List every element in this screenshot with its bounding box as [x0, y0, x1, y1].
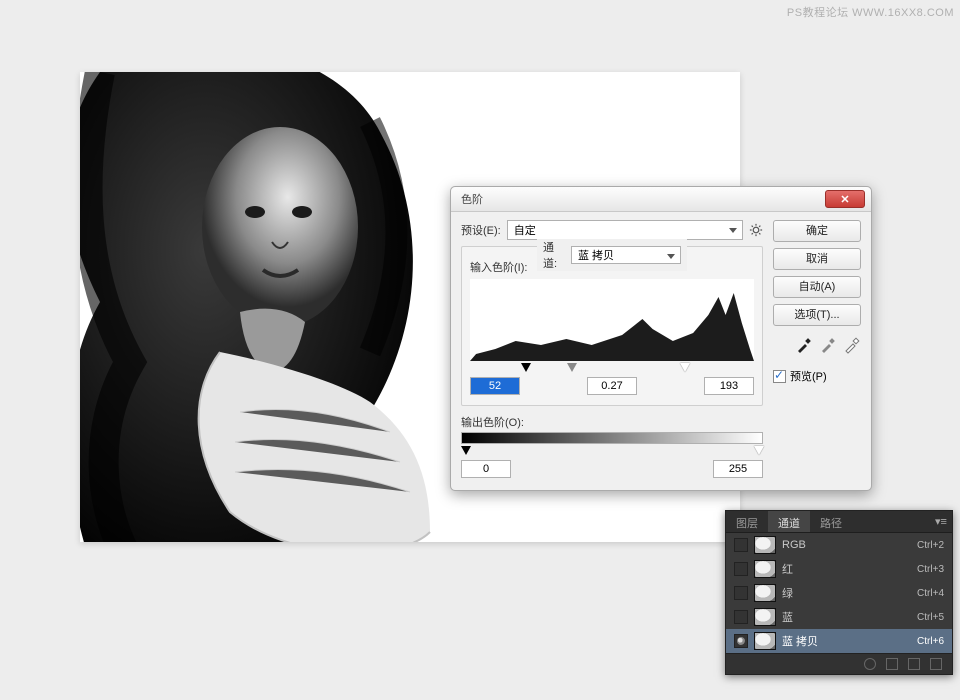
channel-shortcut: Ctrl+3 [917, 564, 944, 575]
output-slider[interactable] [461, 446, 763, 456]
visibility-toggle[interactable] [734, 634, 748, 648]
panel-menu-icon[interactable]: ▾≡ [930, 511, 952, 532]
visibility-toggle[interactable] [734, 538, 748, 552]
preset-select[interactable]: 自定 [507, 220, 743, 240]
channel-label: RGB [782, 539, 911, 551]
levels-dialog: 色阶 ✕ 预设(E): 自定 [450, 186, 872, 491]
portrait-image [80, 72, 480, 542]
channel-shortcut: Ctrl+4 [917, 588, 944, 599]
highlights-input[interactable]: 193 [704, 377, 754, 395]
cancel-button[interactable]: 取消 [773, 248, 861, 270]
white-eyedropper-icon[interactable] [843, 336, 861, 354]
output-min-slider[interactable] [461, 446, 471, 455]
channel-row-blue-copy[interactable]: 蓝 拷贝 Ctrl+6 [726, 629, 952, 653]
highlight-slider[interactable] [680, 363, 690, 372]
midtones-input[interactable]: 0.27 [587, 377, 637, 395]
channel-thumbnail [754, 536, 776, 554]
channel-row-blue[interactable]: 蓝 Ctrl+5 [726, 605, 952, 629]
channel-shortcut: Ctrl+5 [917, 612, 944, 623]
channel-list: RGB Ctrl+2 红 Ctrl+3 绿 Ctrl+4 蓝 Ctrl+5 蓝 … [726, 533, 952, 653]
channels-panel: 图层 通道 路径 ▾≡ RGB Ctrl+2 红 Ctrl+3 绿 Ctrl+4… [725, 510, 953, 675]
output-gradient[interactable] [461, 432, 763, 444]
input-slider[interactable] [470, 363, 754, 373]
channel-thumbnail [754, 608, 776, 626]
auto-button[interactable]: 自动(A) [773, 276, 861, 298]
shadow-slider[interactable] [521, 363, 531, 372]
preview-label: 预览(P) [790, 368, 827, 384]
ok-button[interactable]: 确定 [773, 220, 861, 242]
new-channel-icon[interactable] [908, 658, 920, 670]
channel-row-red[interactable]: 红 Ctrl+3 [726, 557, 952, 581]
options-button[interactable]: 选项(T)... [773, 304, 861, 326]
channel-thumbnail [754, 632, 776, 650]
tab-paths[interactable]: 路径 [810, 511, 852, 532]
channel-shortcut: Ctrl+6 [917, 636, 944, 647]
visibility-toggle[interactable] [734, 562, 748, 576]
close-icon: ✕ [840, 193, 849, 206]
tab-channels[interactable]: 通道 [768, 511, 810, 532]
preview-checkbox[interactable] [773, 370, 786, 383]
channel-label: 绿 [782, 585, 911, 601]
black-eyedropper-icon[interactable] [795, 336, 813, 354]
input-fieldset: 通道: 蓝 拷贝 输入色阶(I): 52 [461, 246, 763, 406]
output-max-slider[interactable] [754, 446, 764, 455]
channel-thumbnail [754, 584, 776, 602]
midtone-slider[interactable] [567, 363, 577, 372]
channel-row-rgb[interactable]: RGB Ctrl+2 [726, 533, 952, 557]
delete-channel-icon[interactable] [930, 658, 942, 670]
watermark-text: PS教程论坛 WWW.16XX8.COM [787, 4, 954, 20]
preset-label: 预设(E): [461, 222, 501, 238]
visibility-toggle[interactable] [734, 586, 748, 600]
dialog-titlebar[interactable]: 色阶 ✕ [451, 187, 871, 212]
channel-label: 蓝 [782, 609, 911, 625]
gear-icon[interactable] [749, 223, 763, 237]
channel-label: 蓝 拷贝 [782, 633, 911, 649]
save-selection-icon[interactable] [886, 658, 898, 670]
channel-select[interactable]: 蓝 拷贝 [571, 246, 681, 264]
channel-label: 通道: [543, 239, 565, 271]
channel-label: 红 [782, 561, 911, 577]
tab-layers[interactable]: 图层 [726, 511, 768, 532]
output-levels-label: 输出色阶(O): [461, 414, 763, 430]
output-min-input[interactable]: 0 [461, 460, 511, 478]
channel-shortcut: Ctrl+2 [917, 540, 944, 551]
visibility-toggle[interactable] [734, 610, 748, 624]
channel-row-green[interactable]: 绿 Ctrl+4 [726, 581, 952, 605]
channel-thumbnail [754, 560, 776, 578]
histogram [470, 279, 754, 361]
output-max-input[interactable]: 255 [713, 460, 763, 478]
load-selection-icon[interactable] [864, 658, 876, 670]
close-button[interactable]: ✕ [825, 190, 865, 208]
dialog-title: 色阶 [461, 191, 483, 207]
channel-value: 蓝 拷贝 [578, 247, 614, 263]
shadows-input[interactable]: 52 [470, 377, 520, 395]
preset-value: 自定 [514, 222, 536, 238]
gray-eyedropper-icon[interactable] [819, 336, 837, 354]
